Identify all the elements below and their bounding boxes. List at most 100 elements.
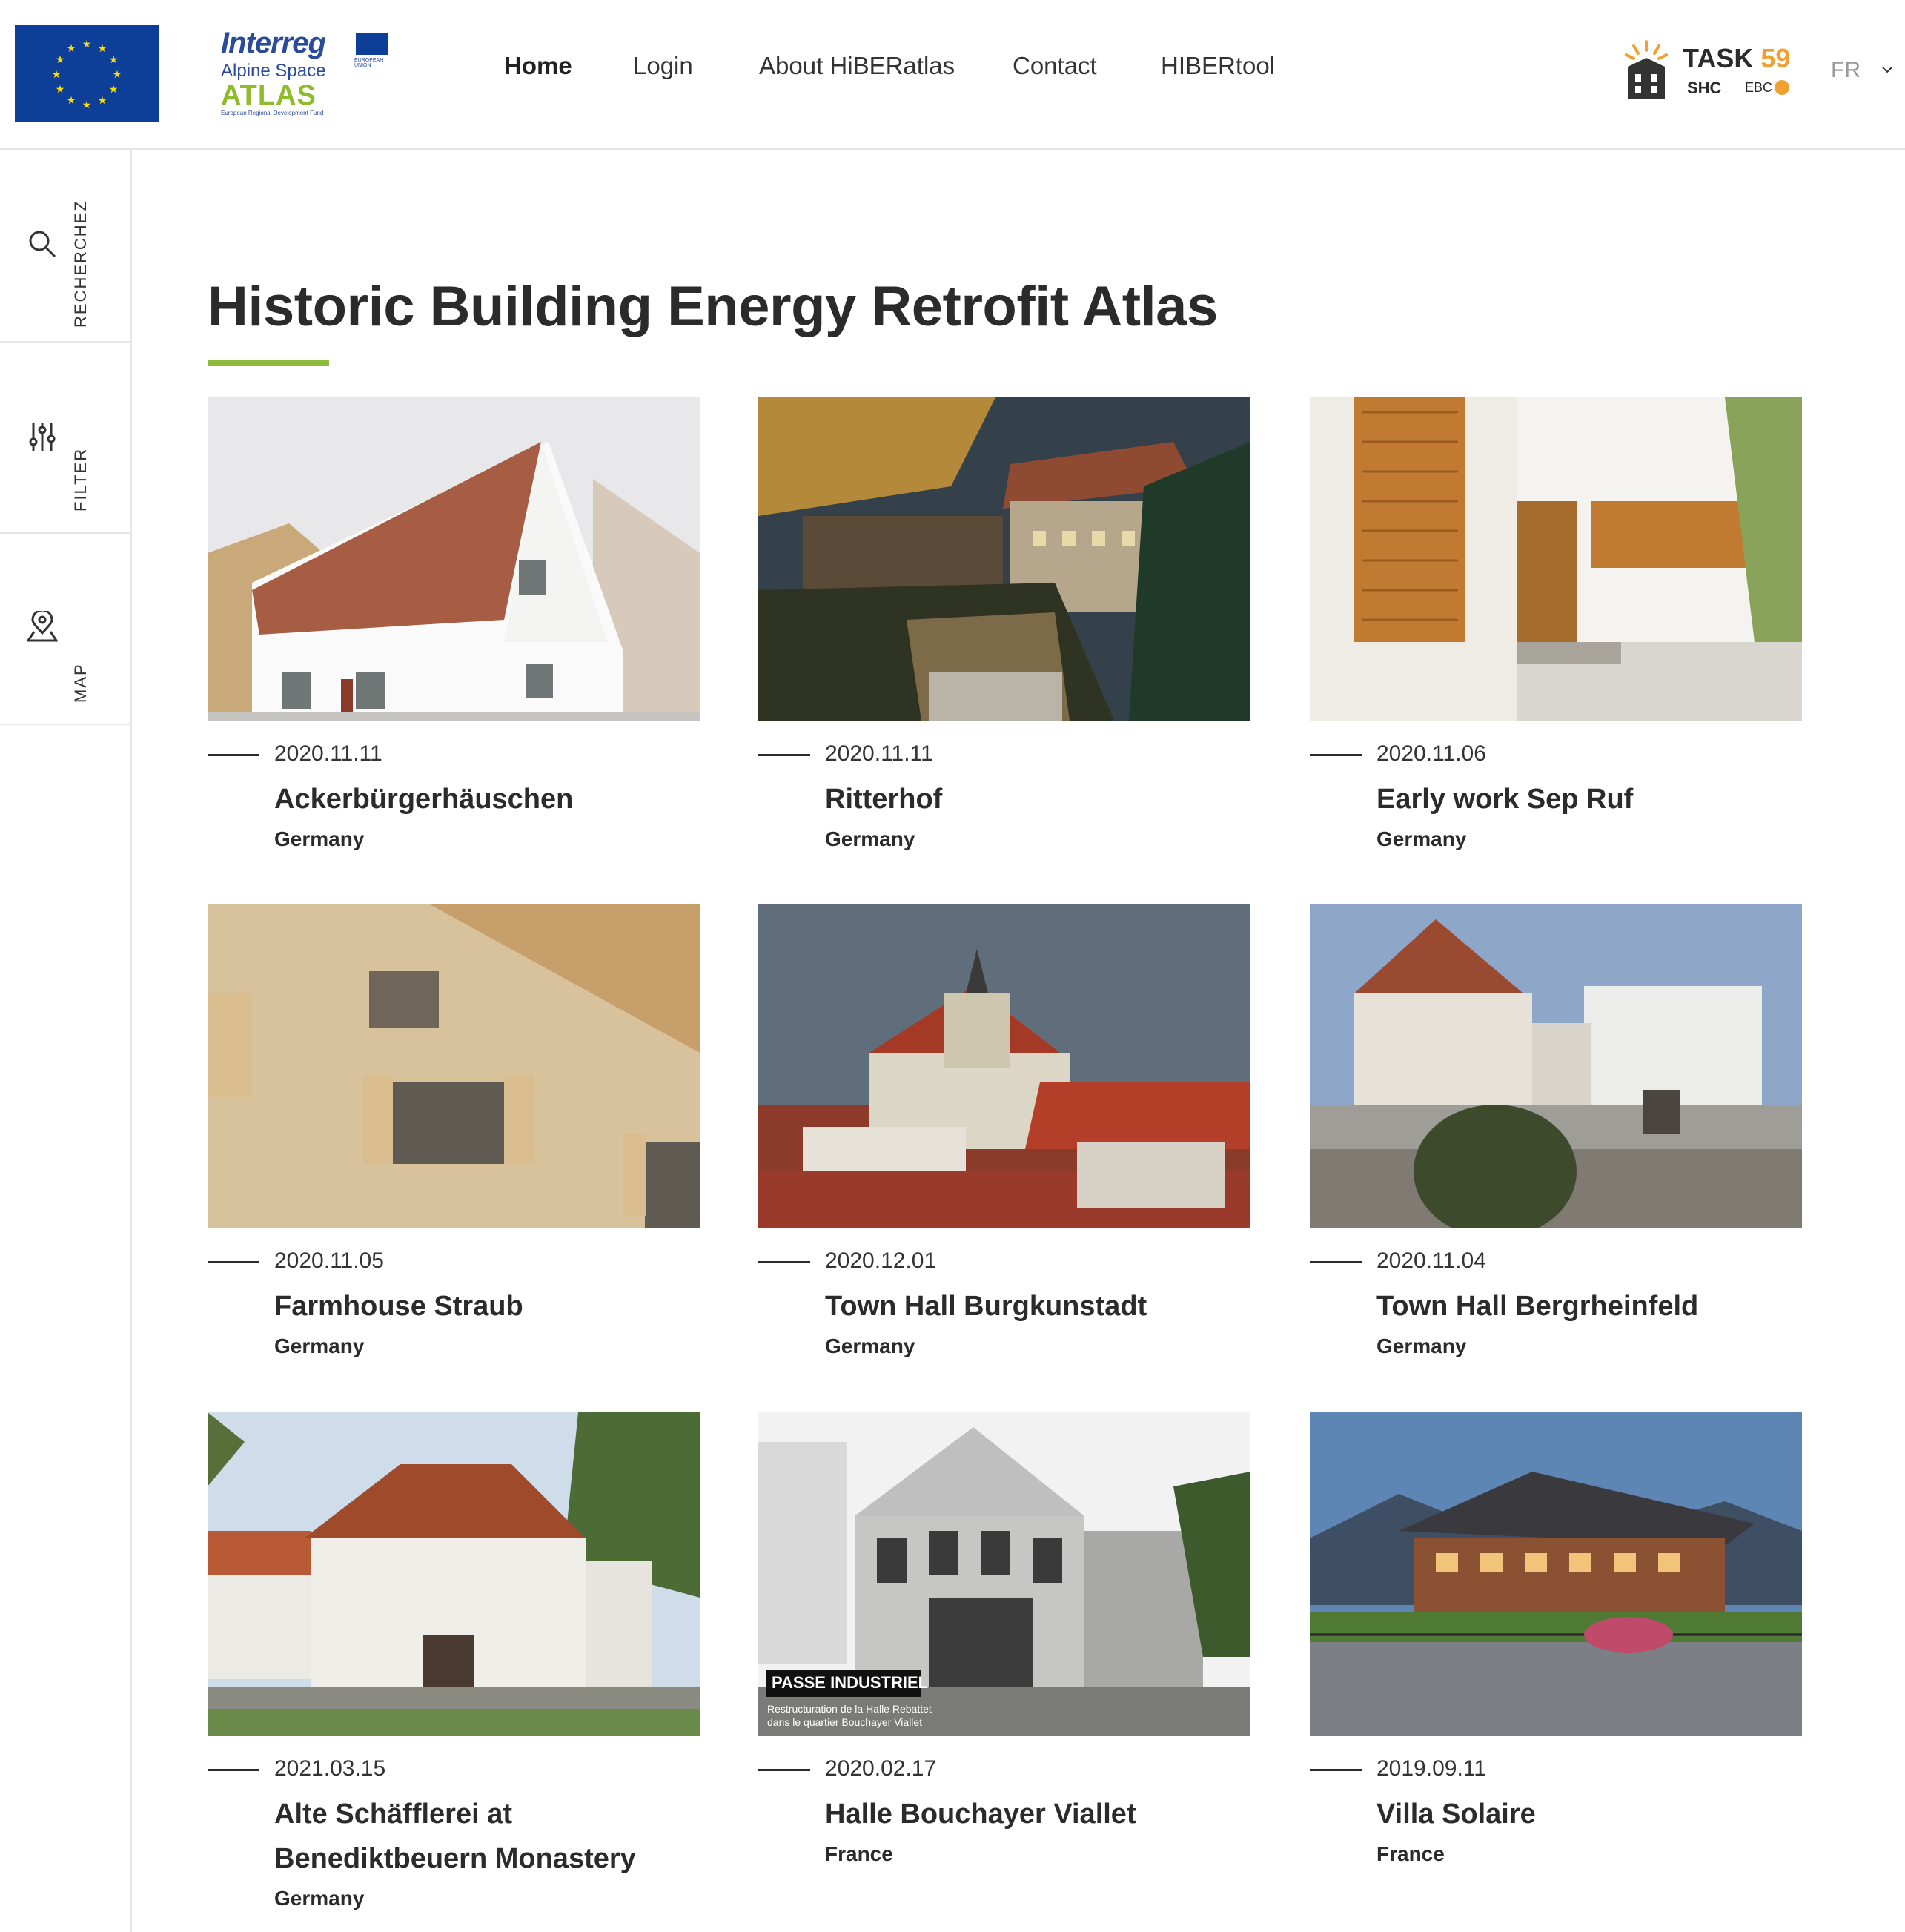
project-card-1[interactable]: 2020.11.11 Ackerbürgerhäuschen Germany bbox=[208, 397, 700, 857]
card-title[interactable]: Alte Schäfflerei at Benediktbeuern Monas… bbox=[274, 1792, 689, 1881]
card-country: Germany bbox=[1376, 1334, 1467, 1357]
eu-mini-flag bbox=[356, 33, 388, 55]
card-title[interactable]: Villa Solaire bbox=[1376, 1792, 1792, 1836]
atlas-wordmark: ATLAS bbox=[221, 80, 317, 111]
nav-contact[interactable]: Contact bbox=[1013, 52, 1097, 80]
svg-text:★: ★ bbox=[56, 54, 65, 66]
map-pin-icon bbox=[27, 611, 58, 642]
project-card-4[interactable]: 2020.11.05 Farmhouse Straub Germany bbox=[208, 904, 700, 1364]
image-caption-line-1: Restructuration de la Halle Rebattet bbox=[767, 1703, 932, 1715]
nav-home[interactable]: Home bbox=[504, 52, 572, 80]
card-image[interactable] bbox=[1310, 1412, 1802, 1736]
svg-text:★: ★ bbox=[82, 99, 92, 111]
svg-text:★: ★ bbox=[98, 43, 107, 55]
card-date: 2020.11.04 bbox=[1376, 1248, 1486, 1273]
card-title[interactable]: Town Hall Burgkunstadt bbox=[825, 1284, 1240, 1329]
sidebar-item-map[interactable]: MAP bbox=[0, 532, 130, 725]
svg-text:★: ★ bbox=[98, 95, 107, 107]
card-country: Germany bbox=[274, 827, 365, 850]
card-image[interactable] bbox=[208, 1412, 700, 1736]
shc-label: SHC bbox=[1687, 79, 1722, 97]
svg-text:★: ★ bbox=[82, 39, 92, 50]
title-accent-rule bbox=[208, 360, 329, 366]
card-date: 2020.11.05 bbox=[274, 1248, 384, 1273]
card-image[interactable] bbox=[1310, 397, 1802, 721]
eu-label: EUROPEAN UNION bbox=[354, 58, 384, 68]
card-date: 2020.02.17 bbox=[825, 1756, 937, 1781]
svg-text:★: ★ bbox=[109, 84, 119, 96]
card-date: 2020.12.01 bbox=[825, 1248, 937, 1273]
building-sun-icon bbox=[1625, 40, 1668, 99]
task59-logo[interactable]: TASK 59 SHC EBC bbox=[1623, 37, 1801, 111]
card-image[interactable] bbox=[208, 397, 700, 721]
project-card-6[interactable]: 2020.11.04 Town Hall Bergrheinfeld Germa… bbox=[1310, 904, 1802, 1364]
date-dash bbox=[1310, 1261, 1362, 1263]
sidebar-item-search[interactable]: RECHERCHEZ bbox=[0, 150, 130, 343]
image-caption-line-2: dans le quartier Bouchayer Viallet bbox=[767, 1716, 923, 1728]
card-date: 2020.11.11 bbox=[825, 741, 933, 766]
date-dash bbox=[1310, 1769, 1362, 1771]
nav-hibertool[interactable]: HIBERtool bbox=[1161, 52, 1275, 80]
card-country: Germany bbox=[274, 1887, 365, 1910]
date-dash bbox=[208, 754, 259, 756]
sidebar-label-search: RECHERCHEZ bbox=[71, 199, 90, 328]
svg-text:★: ★ bbox=[67, 43, 76, 55]
card-date: 2021.03.15 bbox=[274, 1756, 386, 1781]
side-toolbar: RECHERCHEZ FILTER MAP bbox=[0, 150, 132, 1932]
card-date: 2019.09.11 bbox=[1376, 1756, 1486, 1781]
top-header: ★ ★ ★ ★ ★ ★ ★ ★ ★ ★ ★ ★ Interreg EUROPEAN UNION … bbox=[0, 0, 1905, 150]
date-dash bbox=[1310, 754, 1362, 756]
card-title[interactable]: Town Hall Bergrheinfeld bbox=[1376, 1284, 1792, 1329]
task-number: 59 bbox=[1760, 43, 1791, 73]
sidebar-item-filter[interactable]: FILTER bbox=[0, 341, 130, 534]
sliders-icon bbox=[29, 423, 56, 451]
card-country: Germany bbox=[274, 1334, 365, 1357]
project-card-8[interactable]: PASSE INDUSTRIEL Restructuration de la H… bbox=[758, 1412, 1250, 1872]
project-card-2[interactable]: 2020.11.11 Ritterhof Germany bbox=[758, 397, 1250, 857]
svg-text:★: ★ bbox=[113, 69, 122, 81]
search-icon bbox=[29, 231, 56, 258]
card-image[interactable]: PASSE INDUSTRIEL Restructuration de la H… bbox=[758, 1412, 1250, 1736]
card-title[interactable]: Halle Bouchayer Viallet bbox=[825, 1792, 1240, 1836]
alpine-space-label: Alpine Space bbox=[221, 61, 326, 81]
date-dash bbox=[758, 1261, 810, 1263]
card-title[interactable]: Farmhouse Straub bbox=[274, 1284, 689, 1329]
card-date: 2020.11.06 bbox=[1376, 741, 1486, 766]
interreg-wordmark: Interreg bbox=[221, 27, 326, 59]
card-title[interactable]: Ackerbürgerhäuschen bbox=[274, 777, 689, 821]
date-dash bbox=[208, 1769, 259, 1771]
card-country: Germany bbox=[1376, 827, 1467, 850]
language-selector[interactable]: FR bbox=[1831, 58, 1861, 83]
eu-flag-logo: ★ ★ ★ ★ ★ ★ ★ ★ ★ ★ ★ ★ bbox=[15, 25, 159, 122]
card-image[interactable] bbox=[758, 904, 1250, 1228]
interreg-atlas-logo[interactable]: Interreg EUROPEAN UNION Alpine Space ATL… bbox=[221, 27, 399, 119]
nav-about[interactable]: About HiBERatlas bbox=[759, 52, 955, 80]
card-date: 2020.11.11 bbox=[274, 741, 382, 766]
project-card-7[interactable]: 2021.03.15 Alte Schäfflerei at Benediktb… bbox=[208, 1412, 700, 1916]
card-image[interactable] bbox=[208, 904, 700, 1228]
card-title[interactable]: Ritterhof bbox=[825, 777, 1240, 821]
sidebar-label-filter: FILTER bbox=[71, 447, 90, 512]
chevron-down-icon[interactable] bbox=[1880, 62, 1895, 77]
svg-text:★: ★ bbox=[109, 54, 119, 66]
card-title[interactable]: Early work Sep Ruf bbox=[1376, 777, 1792, 821]
image-caption-title: PASSE INDUSTRIEL bbox=[772, 1673, 929, 1692]
project-card-9[interactable]: 2019.09.11 Villa Solaire France bbox=[1310, 1412, 1802, 1872]
sidebar-label-map: MAP bbox=[71, 663, 90, 703]
svg-text:★: ★ bbox=[56, 84, 65, 96]
page-title: Historic Building Energy Retrofit Atlas bbox=[208, 275, 1218, 338]
fund-note: European Regional Development Fund bbox=[221, 110, 324, 116]
card-image[interactable] bbox=[758, 397, 1250, 721]
ebc-icon bbox=[1775, 80, 1789, 95]
nav-login[interactable]: Login bbox=[633, 52, 693, 80]
card-country: Germany bbox=[825, 1334, 915, 1357]
task-word: TASK bbox=[1683, 43, 1754, 73]
task-label: TASK 59 bbox=[1683, 43, 1790, 74]
card-image[interactable] bbox=[1310, 904, 1802, 1228]
card-country: Germany bbox=[825, 827, 915, 850]
date-dash bbox=[208, 1261, 259, 1263]
project-card-3[interactable]: 2020.11.06 Early work Sep Ruf Germany bbox=[1310, 397, 1802, 857]
svg-text:★: ★ bbox=[52, 69, 62, 81]
card-country: France bbox=[825, 1842, 893, 1865]
project-card-5[interactable]: 2020.12.01 Town Hall Burgkunstadt German… bbox=[758, 904, 1250, 1364]
